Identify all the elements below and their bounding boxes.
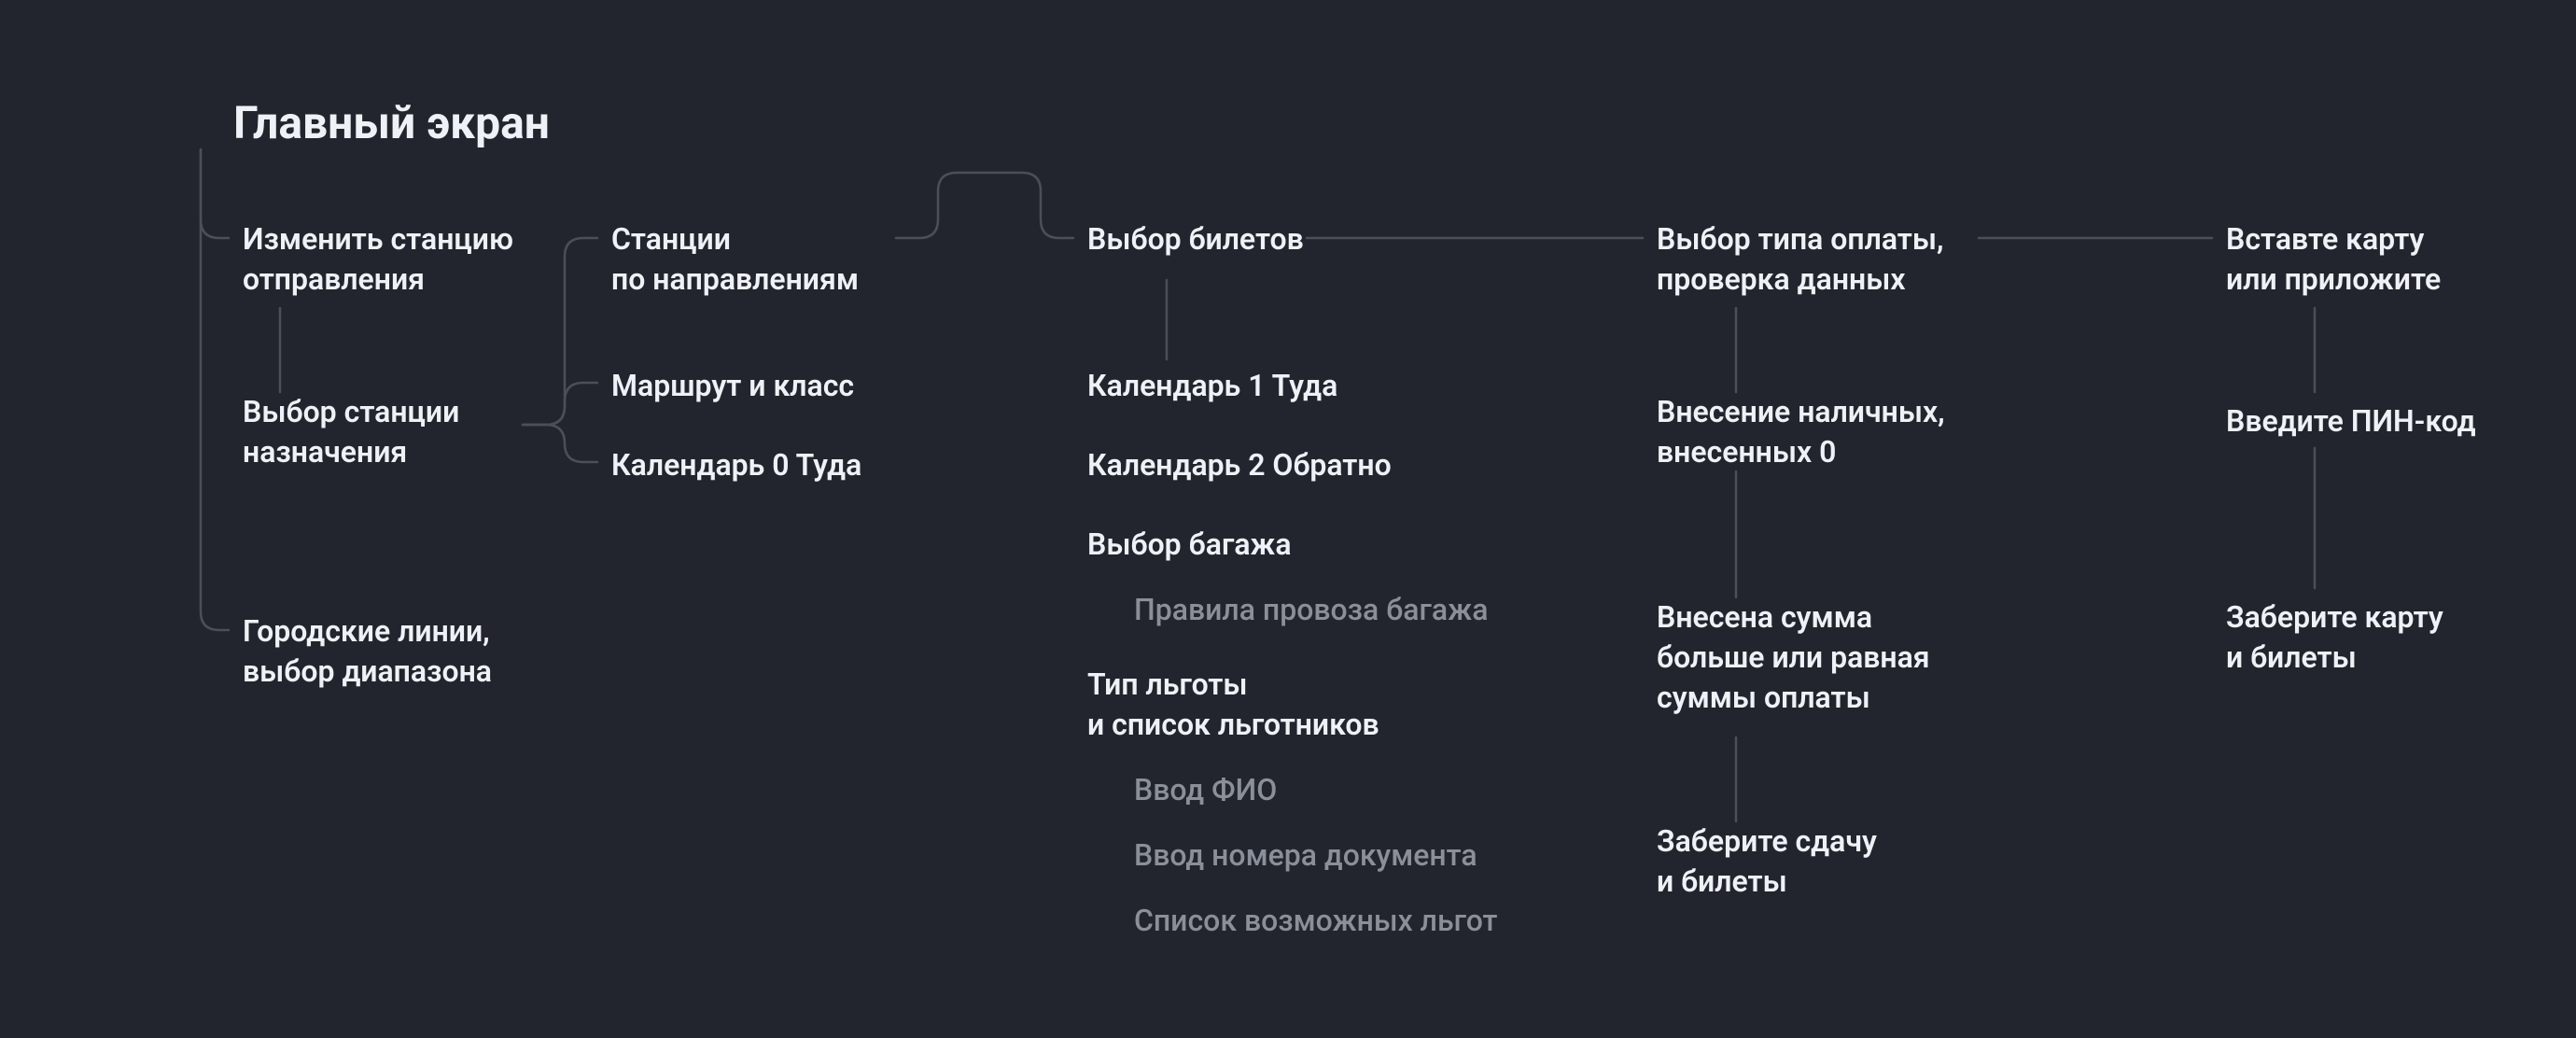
node-calendar1: Календарь 1 Туда [1087,366,1337,406]
node-insert-card: Вставте карту или приложите [2226,219,2441,300]
node-dest-station: Выбор станции назначения [243,392,459,472]
node-benefits-list: Список возможных льгот [1134,901,1497,941]
node-baggage: Выбор багажа [1087,525,1292,565]
node-doc-number: Ввод номера документа [1134,835,1477,876]
node-calendar2: Календарь 2 Обратно [1087,445,1392,485]
node-sum-enough: Внесена сумма больше или равная суммы оп… [1657,597,1930,719]
node-fio: Ввод ФИО [1134,770,1277,810]
node-payment-type: Выбор типа оплаты, проверка данных [1657,219,1944,300]
node-take-card: Заберите карту и билеты [2226,597,2443,678]
root-title: Главный экран [233,93,550,154]
node-stations-dir: Станции по направлениям [611,219,859,300]
node-route-class: Маршрут и класс [611,366,854,406]
node-city-lines: Городские линии, выбор диапазона [243,611,492,692]
node-benefit-type: Тип льготы и список льготников [1087,665,1379,745]
node-change-station: Изменить станцию отправления [243,219,513,300]
node-tickets: Выбор билетов [1087,219,1304,260]
node-enter-pin: Введите ПИН-код [2226,401,2476,442]
node-take-change: Заберите сдачу и билеты [1657,821,1877,902]
node-calendar0: Календарь 0 Туда [611,445,861,485]
connector-lines [0,0,2576,1038]
diagram-canvas: Главный экран Изменить станцию отправлен… [0,0,2576,1038]
node-baggage-rules: Правила провоза багажа [1134,590,1489,630]
node-cash-in: Внесение наличных, внесенных 0 [1657,392,1945,472]
